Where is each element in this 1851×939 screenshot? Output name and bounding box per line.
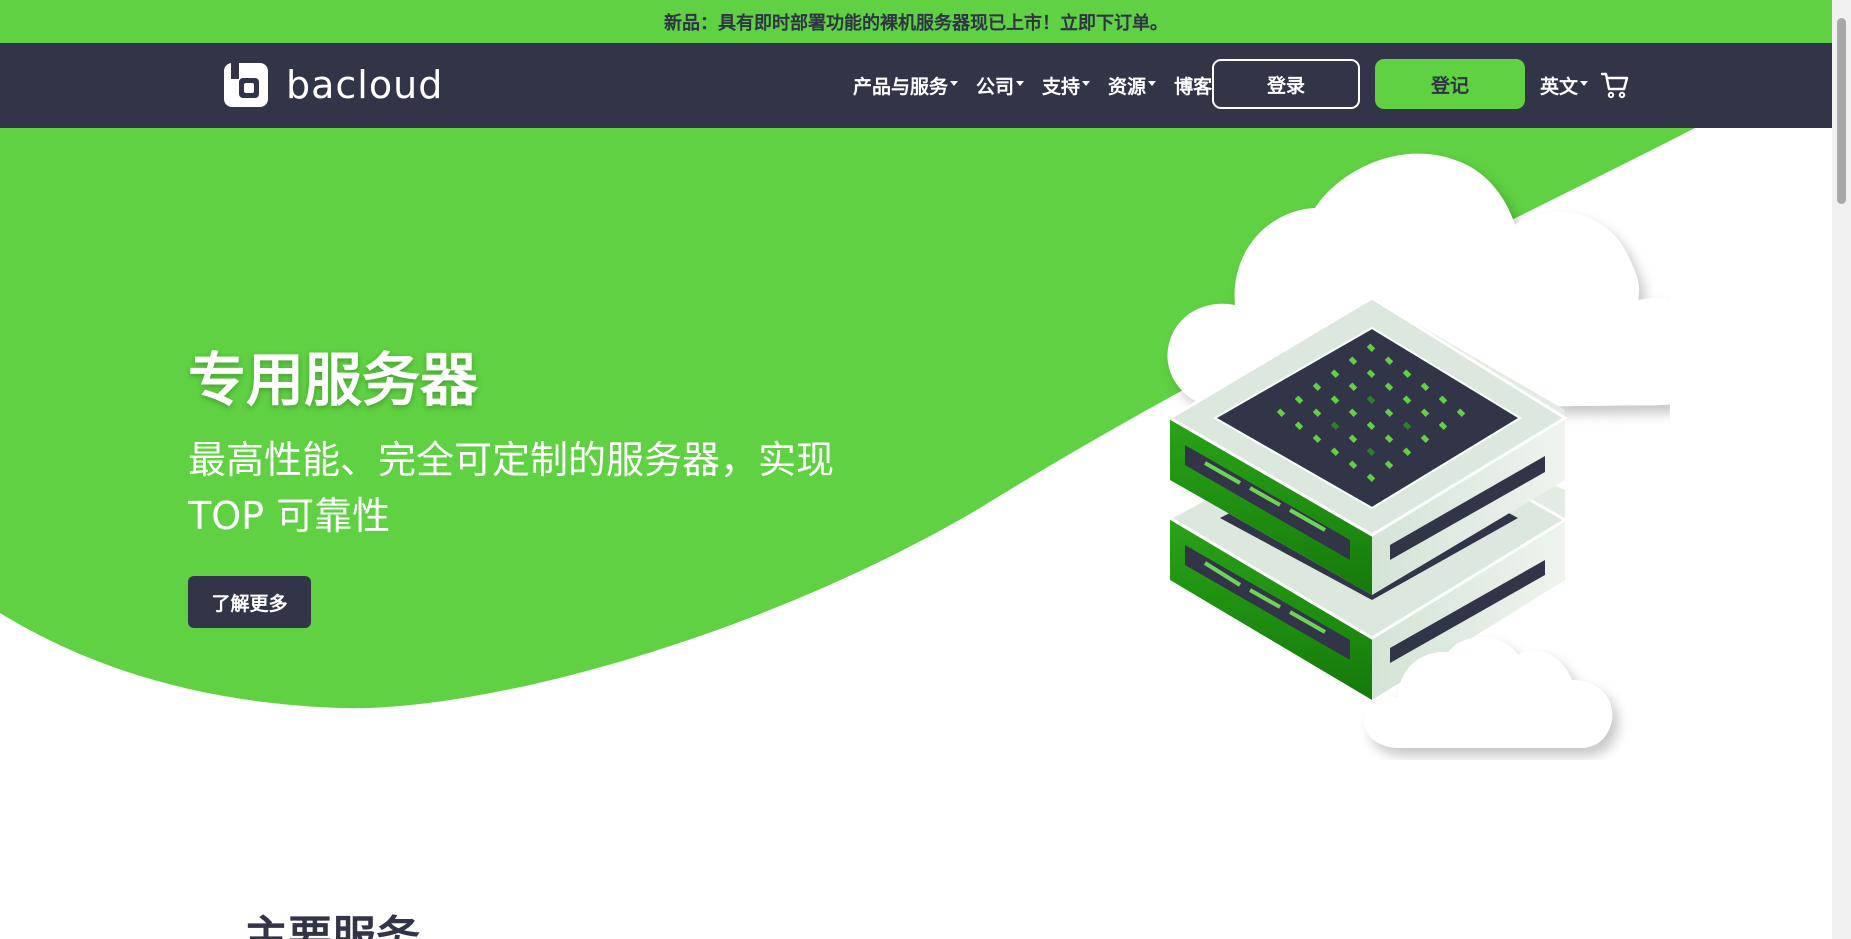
cart-icon[interactable] bbox=[1600, 71, 1630, 99]
nav-item-label: 支持 bbox=[1042, 76, 1081, 98]
login-button[interactable]: 登录 bbox=[1212, 59, 1360, 109]
caret-down-icon bbox=[950, 81, 959, 86]
nav-item-company[interactable]: 公司 bbox=[976, 72, 1025, 99]
nav-item-label: 博客 bbox=[1174, 76, 1213, 98]
caret-down-icon bbox=[1148, 81, 1157, 86]
register-button-label: 登记 bbox=[1430, 74, 1469, 97]
nav-item-label: 产品与服务 bbox=[853, 76, 949, 98]
nav-item-label: 公司 bbox=[976, 76, 1015, 98]
nav-item-products-services[interactable]: 产品与服务 bbox=[853, 72, 959, 99]
hero-title: 专用服务器 bbox=[188, 346, 479, 414]
nav-item-support[interactable]: 支持 bbox=[1042, 72, 1091, 99]
nav-item-blog[interactable]: 博客 bbox=[1174, 72, 1212, 99]
scrollbar-thumb[interactable] bbox=[1837, 18, 1846, 204]
bacloud-logo-icon bbox=[224, 61, 268, 107]
caret-down-icon bbox=[1016, 81, 1025, 86]
cloud-server-stack-illustration bbox=[1166, 153, 1670, 748]
language-selector[interactable]: 英文 bbox=[1540, 43, 1589, 128]
caret-down-icon bbox=[1082, 81, 1091, 86]
logo-text: bacloud bbox=[286, 63, 444, 107]
nav-item-label: 资源 bbox=[1108, 76, 1147, 98]
navbar: bacloud 产品与服务 公司 支持 资源 博客 登录 登记 英文 bbox=[0, 43, 1832, 128]
hero-subtitle: 最高性能、完全可定制的服务器，实现 TOP 可靠性 bbox=[188, 438, 835, 538]
language-label: 英文 bbox=[1540, 76, 1579, 98]
register-button[interactable]: 登记 bbox=[1375, 59, 1525, 109]
page: 新品：具有即时部署功能的裸机服务器现已上市！立即下订单。 bacloud 产品与… bbox=[0, 0, 1851, 939]
main-nav: 产品与服务 公司 支持 资源 博客 bbox=[853, 43, 1230, 128]
page-scrollbar[interactable] bbox=[1832, 0, 1851, 939]
announcement-text[interactable]: 新品：具有即时部署功能的裸机服务器现已上市！立即下订单。 bbox=[664, 9, 1168, 35]
login-button-label: 登录 bbox=[1266, 74, 1305, 97]
caret-down-icon bbox=[1580, 81, 1589, 86]
logo[interactable]: bacloud bbox=[222, 61, 443, 109]
announcement-bar[interactable]: 新品：具有即时部署功能的裸机服务器现已上市！立即下订单。 bbox=[0, 0, 1832, 43]
nav-item-resources[interactable]: 资源 bbox=[1108, 72, 1157, 99]
learn-more-button[interactable]: 了解更多 bbox=[188, 576, 311, 628]
main-services-title: 主要服务 bbox=[244, 912, 420, 939]
learn-more-label: 了解更多 bbox=[211, 592, 288, 615]
